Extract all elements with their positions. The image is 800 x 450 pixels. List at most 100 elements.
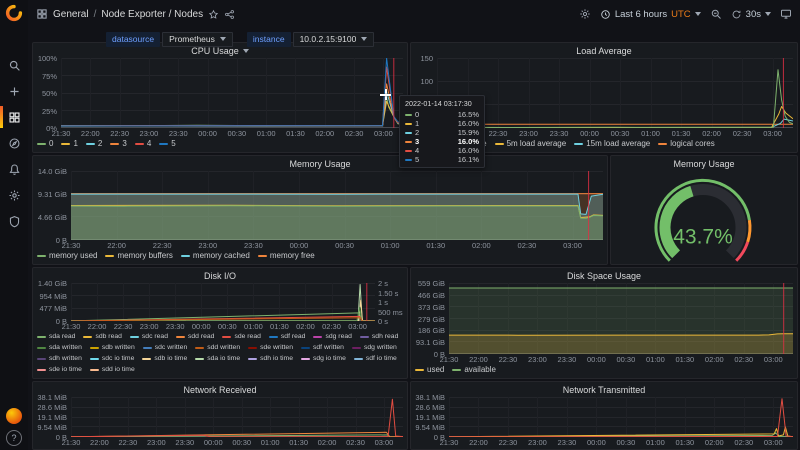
legend-item[interactable]: sdg io time [300, 354, 346, 364]
breadcrumb-title[interactable]: Node Exporter / Nodes [101, 9, 203, 20]
sidebar-item-search[interactable] [0, 52, 28, 78]
grafana-logo[interactable] [5, 4, 23, 22]
help-icon[interactable]: ? [6, 430, 22, 446]
time-range-picker[interactable]: Last 6 hours UTC [600, 9, 701, 20]
plot-area[interactable] [71, 171, 603, 240]
legend-item[interactable]: 4 [134, 139, 151, 149]
x-tick-label: 01:30 [671, 129, 691, 138]
sidebar-item-alerting[interactable] [0, 156, 28, 182]
legend-item[interactable]: sdc read [129, 332, 168, 342]
legend-item[interactable]: sdb written [89, 343, 135, 353]
legend-item[interactable]: memory buffers [105, 251, 173, 261]
y-tick-label-right: 2 s [378, 279, 389, 288]
legend-item[interactable]: sdb io time [142, 354, 187, 364]
plot-area[interactable] [71, 397, 403, 437]
breadcrumb-folder[interactable]: General [53, 9, 89, 20]
x-tick-label: 03:00 [374, 129, 393, 138]
panel-header[interactable]: Disk I/O [33, 268, 407, 283]
legend-item[interactable]: 2 [85, 139, 102, 149]
panel-title[interactable]: Memory Usage [673, 159, 734, 169]
legend-series-color [37, 347, 46, 349]
instance-select[interactable]: 10.0.2.15:9100 [292, 31, 375, 47]
sidebar-item-server-admin[interactable] [0, 208, 28, 234]
legend-item[interactable]: sdf io time [353, 354, 397, 364]
legend-item[interactable]: sdc written [142, 343, 187, 353]
legend-item[interactable]: sdf written [300, 343, 344, 353]
legend-item[interactable]: sdf read [268, 332, 305, 342]
legend-item[interactable]: sdg written [351, 343, 397, 353]
refresh-picker[interactable]: 30s [731, 9, 771, 20]
share-icon[interactable] [224, 9, 235, 20]
dashboard-settings-button[interactable] [579, 8, 591, 20]
datasource-select[interactable]: Prometheus [162, 31, 233, 47]
legend-item[interactable]: 0 [37, 139, 53, 149]
panel-header[interactable]: Memory Usage [611, 156, 797, 171]
plot-area[interactable] [71, 283, 375, 321]
legend-item[interactable]: sdd io time [89, 365, 135, 375]
legend-item[interactable]: sde written [248, 343, 293, 353]
x-tick-label: 23:00 [146, 438, 166, 447]
x-tick-label: 23:30 [168, 129, 188, 138]
panel-header[interactable]: Network Transmitted [411, 382, 797, 397]
panel-title[interactable]: Network Received [183, 385, 256, 395]
sidebar-item-create[interactable] [0, 78, 28, 104]
legend-item[interactable]: sdd read [175, 332, 214, 342]
legend-series-name: 1 [73, 139, 78, 148]
panel-header[interactable]: Memory Usage [33, 156, 607, 171]
star-icon[interactable] [208, 9, 219, 20]
x-tick-label: 00:00 [198, 129, 217, 138]
panel-header[interactable]: Network Received [33, 382, 407, 397]
legend-item[interactable]: sda read [37, 332, 75, 342]
panel-title[interactable]: Memory Usage [289, 159, 350, 169]
legend-item[interactable]: 1 [61, 139, 78, 149]
legend-item[interactable]: sdh io time [248, 354, 293, 364]
legend-item[interactable]: sdb read [83, 332, 122, 342]
panel-title[interactable]: Load Average [576, 46, 631, 56]
legend-item[interactable]: 5 [159, 139, 176, 149]
legend-item[interactable]: memory cached [180, 251, 250, 261]
sidebar-item-explore[interactable] [0, 130, 28, 156]
plot-area[interactable] [61, 58, 403, 128]
sidebar-item-configuration[interactable] [0, 182, 28, 208]
legend-item[interactable]: sdh written [37, 354, 82, 364]
panel-title[interactable]: Disk I/O [204, 271, 236, 281]
legend-item[interactable]: sdc io time [89, 354, 134, 364]
panel-title[interactable]: Disk Space Usage [567, 271, 641, 281]
legend-item[interactable]: 15m load average [574, 139, 650, 149]
panel-header[interactable]: Load Average [411, 43, 797, 58]
zoom-out-button[interactable] [710, 8, 722, 20]
legend-series-color [222, 336, 232, 338]
shield-icon [9, 215, 19, 227]
legend-item[interactable]: 3 [110, 139, 127, 149]
panel-header[interactable]: Disk Space Usage [411, 268, 797, 283]
user-avatar[interactable] [6, 408, 22, 424]
legend-item[interactable]: logical cores [658, 139, 715, 149]
legend-item[interactable]: memory free [257, 251, 315, 261]
legend-item[interactable]: used [415, 365, 444, 375]
sidebar-item-dashboards[interactable] [0, 104, 28, 130]
panel-title[interactable]: Network Transmitted [563, 385, 646, 395]
legend-item[interactable]: sda io time [195, 354, 240, 364]
x-axis-labels: 21:30 22:00 22:30 23:00 23:30 00:00 00:30 01:00… [62, 240, 603, 250]
plot-area[interactable] [449, 397, 793, 437]
cycle-view-button[interactable] [780, 8, 792, 20]
x-tick-label: 00:30 [616, 438, 636, 447]
legend-item[interactable]: sda written [37, 343, 82, 353]
plot-area[interactable] [449, 283, 793, 354]
x-tick-label: 23:00 [528, 355, 547, 364]
legend-item[interactable]: sdd written [195, 343, 240, 353]
legend-item[interactable]: memory used [37, 251, 97, 261]
legend-item[interactable]: available [452, 365, 496, 375]
y-tick-label: 9.54 MiB [415, 423, 445, 432]
legend-item[interactable]: sdh read [359, 332, 398, 342]
x-tick-label: 21:30 [61, 438, 81, 447]
legend-item[interactable]: sde io time [37, 365, 82, 375]
x-tick-label: 22:00 [90, 438, 109, 447]
legend-item[interactable]: 5m load average [494, 139, 566, 149]
legend-item[interactable]: sdg read [313, 332, 352, 342]
plot-area[interactable] [437, 58, 793, 128]
panel-title[interactable]: CPU Usage [191, 46, 239, 56]
y-tick-label: 38.1 MiB [415, 393, 445, 402]
legend-series-color [110, 143, 120, 145]
legend-item[interactable]: sde read [222, 332, 261, 342]
